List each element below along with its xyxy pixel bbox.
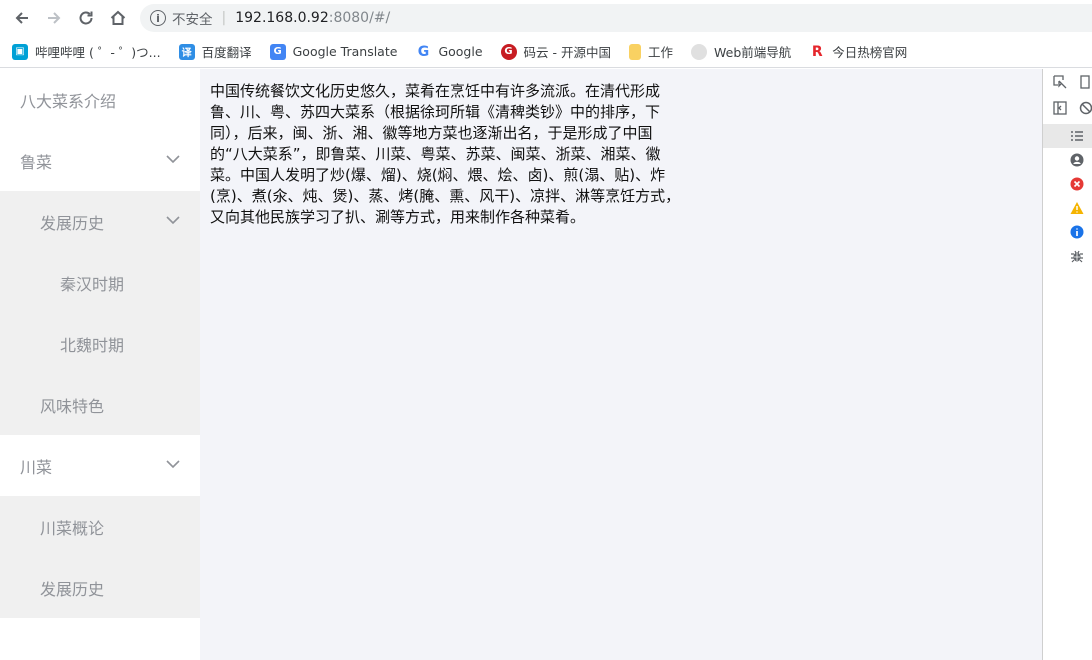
menu-item-label: 北魏时期 (60, 335, 125, 355)
info-icon[interactable]: i (150, 10, 166, 26)
paragraph-line: 鲁、川、粤、苏四大菜系（根据徐珂所辑《清稗类钞》中的排序，下 (210, 103, 661, 121)
clear-console-icon[interactable] (1079, 101, 1092, 115)
paragraph-line: 菜。中国人发明了炒(爆、熘)、烧(焖、煨、烩、卤)、煎(溻、贴)、炸 (210, 166, 666, 184)
bilibili-icon: ▣ (12, 43, 28, 60)
bookmark-hot-list[interactable]: R 今日热榜官网 (809, 42, 907, 61)
bookmark-baidu-translate[interactable]: 译 百度翻译 (178, 42, 252, 61)
menu-item-label: 秦汉时期 (60, 274, 125, 294)
chevron-down-icon (166, 216, 180, 225)
menu-item-qin-han[interactable]: 秦汉时期 (0, 252, 200, 313)
bookmark-label: Google (438, 44, 483, 59)
menu-item-label: 风味特色 (40, 396, 105, 416)
menu-item-chuan-overview[interactable]: 川菜概论 (0, 496, 200, 557)
devtools-panel (1042, 69, 1092, 660)
submenu-chuan-cai[interactable]: 川菜 (0, 435, 200, 496)
bookmark-label: 百度翻译 (201, 45, 252, 60)
menu-item-label: 川菜 (20, 457, 53, 477)
error-icon[interactable] (1070, 177, 1084, 191)
google-icon: G (415, 43, 432, 60)
reload-button[interactable] (70, 2, 102, 34)
url-path: :8080/#/ (328, 10, 391, 26)
omnibox-divider: | (221, 10, 227, 26)
menu-item-label: 八大菜系介绍 (20, 91, 117, 111)
menu-item-label: 鲁菜 (20, 152, 53, 172)
reload-icon (79, 11, 93, 25)
bookmark-label: 码云 - 开源中国 (523, 45, 611, 60)
bookmark-folder-work[interactable]: 工作 (629, 42, 673, 61)
menu-item-chuan-history[interactable]: 发展历史 (0, 557, 200, 618)
bookmark-label: 今日热榜官网 (832, 45, 908, 60)
browser-toolbar: i 不安全 | 192.168.0.92 :8080/#/ (0, 0, 1092, 36)
inspect-element-icon[interactable] (1053, 75, 1067, 89)
device-toolbar-icon[interactable] (1077, 75, 1091, 89)
paragraph-line: 的“八大菜系”，即鲁菜、川菜、粤菜、苏菜、闽菜、浙菜、湘菜、徽 (210, 145, 661, 163)
bookmark-gitee[interactable]: G 码云 - 开源中国 (500, 42, 611, 61)
address-bar[interactable]: i 不安全 | 192.168.0.92 :8080/#/ (140, 4, 1092, 32)
paragraph-line: (烹)、煮(氽、炖、煲)、蒸、烤(腌、熏、风干)、凉拌、淋等烹饪方式， (210, 187, 681, 205)
bookmark-google-translate[interactable]: G Google Translate (269, 43, 398, 60)
paragraph-line: 同），后来，闽、浙、湘、徽等地方菜也逐渐出名，于是形成了中国 (210, 124, 653, 142)
gitee-icon: G (500, 43, 517, 60)
bookmark-google[interactable]: G Google (415, 43, 483, 60)
bookmark-label: Web前端导航 (714, 45, 792, 60)
page-viewport: 八大菜系介绍 鲁菜 发展历史 秦汉时期 北魏时期 风味特色 川菜 川菜概论 发展… (0, 69, 1092, 660)
menu-item-bei-wei[interactable]: 北魏时期 (0, 313, 200, 374)
messages-filter-row[interactable] (1043, 124, 1092, 148)
sidebar-menu: 八大菜系介绍 鲁菜 发展历史 秦汉时期 北魏时期 风味特色 川菜 川菜概论 发展… (0, 69, 200, 660)
menu-item-label: 发展历史 (40, 213, 105, 233)
url-host: 192.168.0.92 (235, 10, 329, 26)
forward-button[interactable] (38, 2, 70, 34)
bookmark-label: Google Translate (292, 44, 398, 59)
submenu-lu-cai[interactable]: 鲁菜 (0, 130, 200, 191)
info-message-icon[interactable] (1070, 225, 1084, 239)
intro-paragraph: 中国传统餐饮文化历史悠久，菜肴在烹饪中有许多流派。在清代形成 鲁、川、粤、苏四大… (210, 81, 710, 228)
back-button[interactable] (6, 2, 38, 34)
bookmark-web-nav[interactable]: Web前端导航 (691, 42, 791, 61)
list-icon (1071, 131, 1083, 141)
bookmark-label: 哔哩哔哩 ( ゜- ゜)つ... (35, 45, 161, 60)
arrow-left-icon (15, 12, 28, 24)
user-messages-icon[interactable] (1070, 153, 1084, 167)
paragraph-line: 又向其他民族学习了扒、涮等方式，用来制作各种菜肴。 (210, 208, 586, 226)
folder-icon (629, 43, 641, 60)
hot-list-icon: R (809, 43, 826, 60)
web-nav-icon (691, 43, 708, 60)
menu-item-label: 川菜概论 (40, 518, 105, 538)
bug-verbose-icon[interactable] (1070, 249, 1084, 263)
bookmark-bilibili[interactable]: ▣ 哔哩哔哩 ( ゜- ゜)つ... (12, 42, 161, 61)
warning-icon[interactable] (1070, 201, 1084, 215)
menu-item-lu-flavor[interactable]: 风味特色 (0, 374, 200, 435)
home-icon (110, 10, 126, 25)
paragraph-line: 中国传统餐饮文化历史悠久，菜肴在烹饪中有许多流派。在清代形成 (210, 82, 661, 100)
chevron-down-icon (166, 460, 180, 469)
sidebar-toggle-icon[interactable] (1053, 101, 1067, 115)
google-translate-icon: G (269, 43, 286, 60)
arrow-right-icon (48, 12, 61, 24)
bookmarks-bar: ▣ 哔哩哔哩 ( ゜- ゜)つ... 译 百度翻译 G Google Trans… (0, 36, 1092, 68)
bookmark-label: 工作 (648, 45, 674, 60)
security-label: 不安全 (172, 12, 213, 28)
menu-item-label: 发展历史 (40, 579, 105, 599)
submenu-lu-history[interactable]: 发展历史 (0, 191, 200, 252)
main-content: 中国传统餐饮文化历史悠久，菜肴在烹饪中有许多流派。在清代形成 鲁、川、粤、苏四大… (200, 69, 1042, 660)
menu-item-intro[interactable]: 八大菜系介绍 (0, 69, 200, 130)
home-button[interactable] (102, 2, 134, 34)
translate-icon: 译 (178, 43, 195, 60)
chevron-down-icon (166, 155, 180, 164)
